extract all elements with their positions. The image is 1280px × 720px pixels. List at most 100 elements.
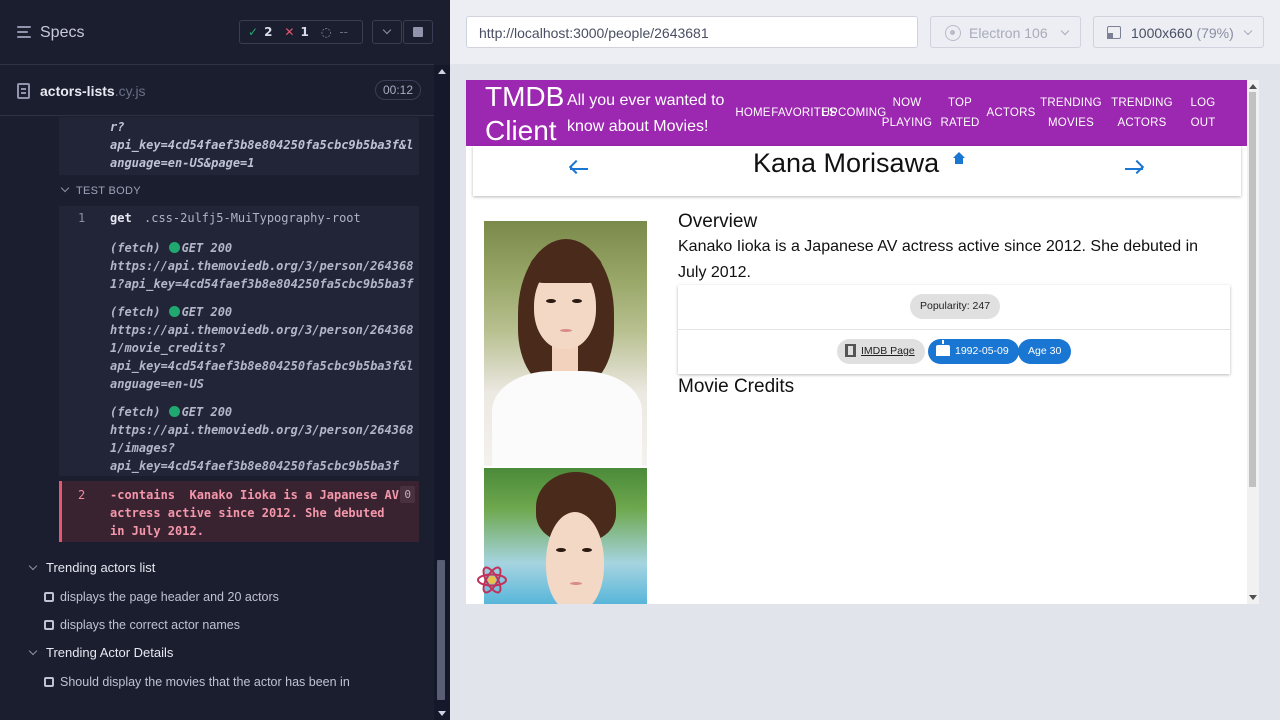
app-tagline: All you ever wanted to know about Movies…	[567, 92, 725, 135]
spec-file-name[interactable]: actors-lists.cy.js	[40, 83, 146, 99]
overview-text: Kanako Iioka is a Japanese AV actress ac…	[678, 238, 1199, 281]
test-item[interactable]: displays the page header and 20 actors	[44, 590, 279, 604]
spec-file-row: actors-lists.cy.js 00:12	[0, 66, 434, 116]
viewport-selector[interactable]: 1000x660 (79%)	[1093, 16, 1264, 48]
nav-actors[interactable]: ACTORS	[984, 80, 1038, 146]
test-item[interactable]: Should display the movies that the actor…	[44, 675, 350, 689]
test-body-header[interactable]: TEST BODY	[60, 183, 141, 197]
cake-icon	[936, 340, 950, 356]
suite-title: Trending Actor Details	[46, 645, 174, 660]
nav-log-out[interactable]: LOG OUT	[1180, 80, 1226, 146]
imdb-link[interactable]: IMDB Page	[861, 345, 915, 357]
stop-icon	[413, 27, 423, 37]
fetch-row[interactable]: (fetch) GET 200 https://api.themoviedb.or…	[110, 303, 413, 393]
person-details-card: Popularity: 247 IMDB Page 1992-05-09 Age…	[678, 285, 1230, 374]
actor-photo	[484, 468, 647, 604]
pending-box-icon	[44, 620, 54, 630]
command-number: 1	[78, 211, 86, 225]
test-stats: ✓ 2 ✕ 1 ◌ --	[239, 20, 363, 44]
viewport-size: 1000x660	[1131, 25, 1193, 41]
pending-box-icon	[44, 592, 54, 602]
fetch-method: GET 200	[181, 305, 233, 319]
test-item[interactable]: displays the correct actor names	[44, 618, 240, 632]
status-dot-icon	[168, 306, 180, 317]
nav-trending-actors[interactable]: TRENDING ACTORS	[1110, 80, 1174, 146]
fetch-method: GET 200	[181, 241, 233, 255]
pending-icon: ◌	[320, 25, 332, 39]
react-devtools-icon[interactable]	[476, 564, 508, 596]
test-body-label: TEST BODY	[76, 185, 141, 197]
fetch-tag: (fetch)	[110, 241, 161, 255]
arrow-forward-icon[interactable]	[1123, 158, 1145, 180]
command-log: r? api_key=4cd54faef3b8e804250fa5cbc9b5b…	[0, 117, 434, 697]
popularity-chip: Popularity: 247	[910, 294, 1001, 319]
browser-name: Electron 106	[969, 25, 1048, 41]
age-chip: Age 30	[1018, 339, 1072, 364]
specs-label[interactable]: Specs	[40, 24, 84, 42]
reporter-scrollbar[interactable]	[434, 65, 450, 720]
nav-top-rated[interactable]: TOP RATED	[936, 80, 984, 146]
spec-file-ext: .cy.js	[114, 83, 146, 99]
reporter-header: Specs ✓ 2 ✕ 1 ◌ --	[0, 0, 434, 65]
chevron-down-icon	[28, 561, 38, 571]
electron-icon	[945, 25, 961, 41]
chevron-down-icon	[60, 183, 70, 193]
birthday-chip: 1992-05-09	[928, 339, 1019, 364]
fetch-row[interactable]: (fetch) GET 200 https://api.themoviedb.or…	[110, 239, 413, 293]
chevron-down-icon	[28, 646, 38, 656]
spec-file-basename: actors-lists	[40, 83, 115, 99]
scroll-down-icon[interactable]	[1249, 595, 1257, 600]
home-icon	[952, 152, 966, 166]
app-scrollbar[interactable]	[1247, 80, 1259, 604]
birthday-text: 1992-05-09	[955, 345, 1009, 357]
scrollbar-thumb[interactable]	[437, 560, 445, 700]
arrow-back-icon[interactable]	[568, 158, 590, 180]
nav-now-playing[interactable]: NOW PLAYING	[880, 80, 934, 146]
person-title-card: Kana Morisawa	[473, 146, 1241, 196]
nav-trending-movies[interactable]: TRENDING MOVIES	[1038, 80, 1104, 146]
pending-box-icon	[44, 677, 54, 687]
test-title: displays the page header and 20 actors	[60, 590, 279, 604]
movie-credits-heading: Movie Credits	[678, 376, 795, 397]
previous-url-fragment: r? api_key=4cd54faef3b8e804250fa5cbc9b5b…	[110, 120, 414, 170]
chevron-down-icon	[1060, 26, 1070, 36]
pending-count: --	[339, 25, 348, 39]
check-icon: ✓	[248, 25, 259, 39]
scroll-down-icon[interactable]	[438, 711, 446, 716]
fetch-row[interactable]: (fetch) GET 200 https://api.themoviedb.or…	[110, 403, 413, 475]
url-bar[interactable]: http://localhost:3000/people/2643681	[466, 16, 918, 48]
command-name: get	[110, 211, 132, 225]
status-dot-icon	[168, 406, 180, 417]
command-number: 2	[78, 488, 86, 502]
nav-home[interactable]: HOME	[734, 80, 772, 146]
app-title: TMDB Client	[485, 81, 565, 146]
matched-count-badge: 0	[400, 486, 415, 503]
suite-trending-actors-list[interactable]: Trending actors list	[28, 560, 156, 575]
passed-count: 2	[264, 25, 273, 39]
browser-selector[interactable]: Electron 106	[930, 16, 1081, 48]
scroll-up-icon[interactable]	[438, 69, 446, 74]
person-name: Kana Morisawa	[753, 148, 940, 178]
app-header: TMDB Client All you ever wanted to know …	[466, 80, 1247, 146]
test-title: Should display the movies that the actor…	[60, 675, 350, 689]
test-title: displays the correct actor names	[60, 618, 240, 632]
failed-command-row[interactable]: 2 -contains Kanako Iioka is a Japanese A…	[59, 481, 419, 542]
fetch-method: GET 200	[181, 405, 233, 419]
failed-command-text: -contains Kanako Iioka is a Japanese AV …	[110, 488, 399, 538]
suite-title: Trending actors list	[46, 560, 156, 575]
fetch-url: https://api.themoviedb.org/3/person/2643…	[110, 323, 414, 391]
scroll-up-icon[interactable]	[1249, 84, 1257, 89]
auto-scroll-button[interactable]	[372, 20, 402, 44]
scrollbar-thumb[interactable]	[1249, 92, 1256, 487]
x-icon: ✕	[284, 25, 295, 39]
suite-trending-actor-details[interactable]: Trending Actor Details	[28, 645, 174, 660]
command-arg: .css-2ulfj5-MuiTypography-root	[144, 211, 361, 225]
specs-list-icon[interactable]	[17, 26, 33, 40]
stop-button[interactable]	[403, 20, 433, 44]
chevron-down-icon	[1243, 26, 1253, 36]
imdb-chip[interactable]: IMDB Page	[837, 339, 925, 364]
status-dot-icon	[168, 242, 180, 253]
fetch-url: https://api.themoviedb.org/3/person/2643…	[110, 259, 414, 291]
overview-heading: Overview	[678, 211, 758, 232]
chevron-down-icon	[382, 25, 392, 35]
